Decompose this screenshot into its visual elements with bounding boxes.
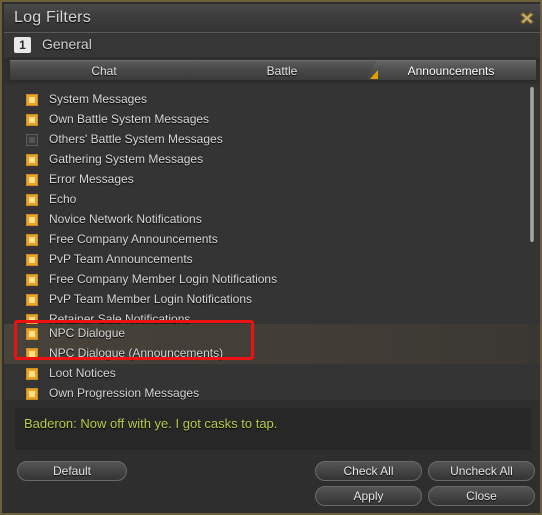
list-item-label: PvP Team Announcements xyxy=(49,252,193,266)
list-item[interactable]: Free Company Member Login Notifications xyxy=(4,270,540,290)
checkbox-npc-dialogue-announcements[interactable] xyxy=(26,348,38,360)
list-item[interactable]: Others' Battle System Messages xyxy=(4,130,540,150)
checkbox-gathering-system-messages[interactable] xyxy=(26,154,38,166)
checkbox-free-company-member-login-notifications[interactable] xyxy=(26,274,38,286)
list-item-label: Echo xyxy=(49,192,77,206)
footer-bar: Default Check All Uncheck All Apply Clos… xyxy=(4,452,540,513)
list-item[interactable]: Echo xyxy=(4,190,540,210)
list-item-label: PvP Team Member Login Notifications xyxy=(49,292,252,306)
checkbox-free-company-announcements[interactable] xyxy=(26,234,38,246)
filter-list[interactable]: System Messages Own Battle System Messag… xyxy=(4,84,540,400)
window-title-bar[interactable]: Log Filters xyxy=(4,4,540,33)
list-item-label: Free Company Announcements xyxy=(49,232,218,246)
tab-bar: Chat Battle Announcements xyxy=(10,60,536,81)
move-cross-icon[interactable] xyxy=(512,8,536,30)
list-item[interactable]: Loot Notices xyxy=(4,364,540,384)
list-item-label: NPC Dialogue xyxy=(49,326,126,340)
close-button[interactable]: Close xyxy=(428,486,535,506)
log-filters-window: Log Filters 1 General Chat Battle Announ… xyxy=(0,0,542,515)
list-item[interactable]: System Messages xyxy=(4,90,540,110)
filter-set-number: 1 xyxy=(14,37,31,53)
list-item[interactable]: NPC Dialogue xyxy=(4,324,540,344)
list-item[interactable]: NPC Dialogue (Announcements) xyxy=(4,344,540,364)
tab-battle-label: Battle xyxy=(266,64,298,78)
list-item-label: Own Battle System Messages xyxy=(49,112,210,126)
uncheck-all-button[interactable]: Uncheck All xyxy=(428,461,535,481)
list-item[interactable]: Own Progression Messages xyxy=(4,384,540,400)
list-item[interactable]: Own Battle System Messages xyxy=(4,110,540,130)
preview-text: Baderon: Now off with ye. I got casks to… xyxy=(24,416,278,431)
list-scrollbar-thumb[interactable] xyxy=(530,87,534,242)
list-item-label: Own Progression Messages xyxy=(49,386,200,400)
tab-chat[interactable]: Chat xyxy=(10,60,198,81)
list-item-label: Free Company Member Login Notifications xyxy=(49,272,278,286)
checkbox-system-messages[interactable] xyxy=(26,94,38,106)
list-item-label: System Messages xyxy=(49,92,148,106)
list-item-label: Error Messages xyxy=(49,172,134,186)
list-item[interactable]: Free Company Announcements xyxy=(4,230,540,250)
checkbox-loot-notices[interactable] xyxy=(26,368,38,380)
list-item[interactable]: Gathering System Messages xyxy=(4,150,540,170)
filter-set-header: 1 General xyxy=(4,33,540,57)
list-item-label: NPC Dialogue (Announcements) xyxy=(49,346,224,360)
list-item-label: Gathering System Messages xyxy=(49,152,204,166)
tab-announcements[interactable]: Announcements xyxy=(366,60,536,81)
check-all-button[interactable]: Check All xyxy=(315,461,422,481)
page-title: Log Filters xyxy=(14,9,91,26)
checkbox-echo[interactable] xyxy=(26,194,38,206)
list-item[interactable]: Novice Network Notifications xyxy=(4,210,540,230)
default-button[interactable]: Default xyxy=(17,461,127,481)
apply-button[interactable]: Apply xyxy=(315,486,422,506)
list-item[interactable]: PvP Team Announcements xyxy=(4,250,540,270)
checkbox-own-progression-messages[interactable] xyxy=(26,388,38,400)
list-item[interactable]: PvP Team Member Login Notifications xyxy=(4,290,540,310)
list-item-label: Novice Network Notifications xyxy=(49,212,202,226)
checkbox-novice-network-notifications[interactable] xyxy=(26,214,38,226)
tab-chat-label: Chat xyxy=(91,64,117,78)
tab-battle[interactable]: Battle xyxy=(188,60,376,81)
list-item-label: Others' Battle System Messages xyxy=(49,132,223,146)
list-item-label: Loot Notices xyxy=(49,366,116,380)
preview-box: Baderon: Now off with ye. I got casks to… xyxy=(15,408,531,450)
tab-active-accent-icon xyxy=(370,70,378,79)
checkbox-others-battle-system-messages[interactable] xyxy=(26,134,38,146)
checkbox-npc-dialogue[interactable] xyxy=(26,328,38,340)
checkbox-pvp-team-member-login-notifications[interactable] xyxy=(26,294,38,306)
tab-announcements-label: Announcements xyxy=(407,64,495,78)
checkbox-pvp-team-announcements[interactable] xyxy=(26,254,38,266)
checkbox-error-messages[interactable] xyxy=(26,174,38,186)
list-item[interactable]: Error Messages xyxy=(4,170,540,190)
filter-set-label: General xyxy=(42,36,92,52)
checkbox-own-battle-system-messages[interactable] xyxy=(26,114,38,126)
